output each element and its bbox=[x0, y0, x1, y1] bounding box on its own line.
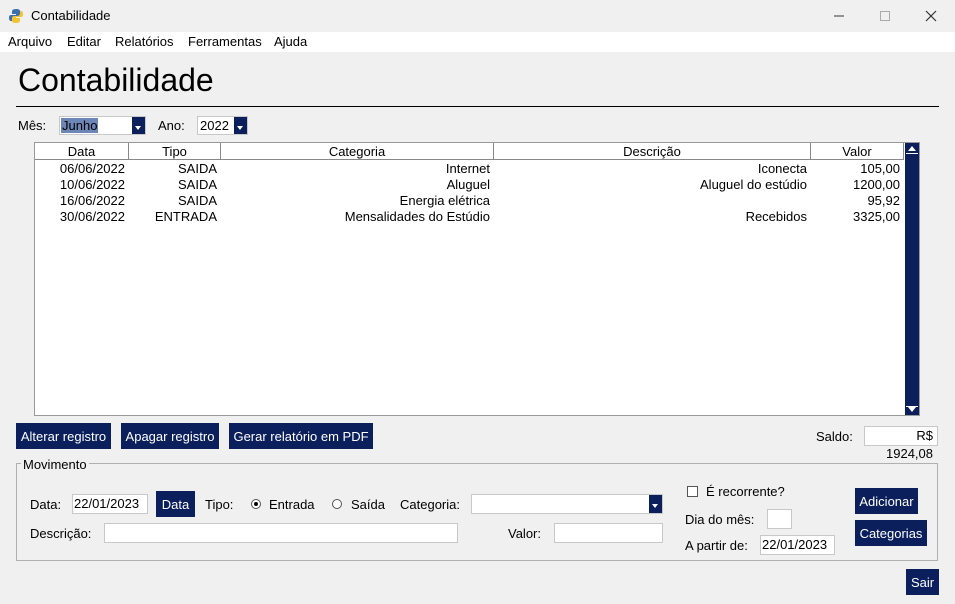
value-field[interactable] bbox=[554, 523, 663, 543]
cell-descricao bbox=[494, 193, 807, 209]
menu-editar[interactable]: Editar bbox=[67, 34, 101, 49]
python-app-icon bbox=[9, 9, 23, 23]
edit-record-button[interactable]: Alterar registro bbox=[16, 423, 111, 449]
description-label: Descrição: bbox=[30, 526, 92, 541]
cell-descricao: Aluguel do estúdio bbox=[700, 177, 807, 192]
title-bar bbox=[0, 0, 955, 32]
type-entrada-label[interactable]: Entrada bbox=[269, 497, 315, 512]
close-icon bbox=[925, 10, 937, 22]
vertical-scrollbar[interactable] bbox=[905, 143, 919, 415]
cell-data: 30/06/2022 bbox=[59, 209, 125, 224]
cell-descricao: Recebidos bbox=[745, 209, 807, 224]
table-row[interactable]: 10/06/2022 SAIDA Aluguel Aluguel do estú… bbox=[35, 177, 903, 193]
category-select[interactable] bbox=[471, 494, 663, 514]
header-divider bbox=[16, 106, 939, 107]
cell-categoria: Aluguel bbox=[446, 177, 490, 192]
cell-data: 06/06/2022 bbox=[59, 161, 125, 176]
maximize-icon bbox=[880, 11, 890, 21]
date-field[interactable]: 22/01/2023 bbox=[72, 494, 148, 514]
page-title: Contabilidade bbox=[18, 62, 214, 98]
cell-tipo: ENTRADA bbox=[154, 209, 217, 224]
menu-relatorios[interactable]: Relatórios bbox=[115, 34, 174, 49]
records-table[interactable]: Data Tipo Categoria Descrição Valor 06/0… bbox=[34, 142, 920, 416]
cell-valor: 3325,00 bbox=[853, 209, 900, 224]
menu-ajuda[interactable]: Ajuda bbox=[274, 34, 307, 49]
recurring-label[interactable]: É recorrente? bbox=[706, 484, 785, 499]
type-saida-label[interactable]: Saída bbox=[351, 497, 385, 512]
category-value bbox=[473, 496, 475, 511]
scroll-down-icon[interactable] bbox=[908, 407, 916, 412]
generate-pdf-button[interactable]: Gerar relatório em PDF bbox=[229, 423, 373, 449]
exit-button[interactable]: Sair bbox=[906, 569, 939, 595]
scroll-up-icon[interactable] bbox=[908, 146, 916, 151]
date-label: Data: bbox=[30, 497, 62, 512]
categories-button[interactable]: Categorias bbox=[855, 520, 927, 546]
year-label: Ano: bbox=[158, 118, 185, 133]
year-select[interactable]: 2022 bbox=[197, 116, 248, 135]
month-value: Junho bbox=[61, 118, 99, 133]
column-header-descricao[interactable]: Descrição bbox=[494, 143, 811, 160]
date-picker-button[interactable]: Data bbox=[156, 491, 195, 517]
type-entrada-radio[interactable] bbox=[251, 499, 261, 509]
balance-field: R$ 1924,08 bbox=[864, 426, 938, 461]
from-date-field[interactable]: 22/01/2023 bbox=[760, 535, 835, 555]
cell-categoria: Internet bbox=[445, 161, 490, 176]
movement-group-title: Movimento bbox=[21, 457, 89, 472]
cell-categoria: Mensalidades do Estúdio bbox=[344, 209, 490, 224]
month-label: Mês: bbox=[18, 118, 47, 133]
chevron-down-icon[interactable] bbox=[649, 495, 662, 513]
cell-tipo: SAIDA bbox=[177, 177, 217, 192]
cell-descricao: Iconecta bbox=[757, 161, 807, 176]
delete-record-button[interactable]: Apagar registro bbox=[121, 423, 219, 449]
cell-valor: 95,92 bbox=[867, 193, 900, 208]
table-row[interactable]: 16/06/2022 SAIDA Energia elétrica 95,92 bbox=[35, 193, 903, 209]
from-date-label: A partir de: bbox=[685, 538, 748, 553]
add-button[interactable]: Adicionar bbox=[855, 488, 918, 514]
cell-categoria: Energia elétrica bbox=[399, 193, 490, 208]
value-label: Valor: bbox=[508, 526, 541, 541]
recurring-checkbox[interactable] bbox=[687, 486, 698, 497]
minimize-icon bbox=[834, 15, 844, 17]
type-label: Tipo: bbox=[205, 497, 234, 512]
balance-label: Saldo: bbox=[816, 429, 853, 444]
category-label: Categoria: bbox=[400, 497, 460, 512]
minimize-button[interactable] bbox=[816, 0, 862, 32]
cell-valor: 105,00 bbox=[860, 161, 900, 176]
cell-tipo: SAIDA bbox=[177, 161, 217, 176]
cell-tipo: SAIDA bbox=[177, 193, 217, 208]
column-header-data[interactable]: Data bbox=[35, 143, 129, 160]
day-of-month-label: Dia do mês: bbox=[685, 512, 755, 527]
column-header-tipo[interactable]: Tipo bbox=[129, 143, 221, 160]
chevron-down-icon[interactable] bbox=[132, 117, 145, 134]
description-field[interactable] bbox=[104, 523, 458, 543]
menu-arquivo[interactable]: Arquivo bbox=[8, 34, 52, 49]
column-header-valor[interactable]: Valor bbox=[811, 143, 904, 160]
column-header-categoria[interactable]: Categoria bbox=[221, 143, 494, 160]
menu-ferramentas[interactable]: Ferramentas bbox=[188, 34, 262, 49]
window-title: Contabilidade bbox=[31, 8, 111, 23]
cell-data: 10/06/2022 bbox=[59, 177, 125, 192]
year-value: 2022 bbox=[200, 118, 229, 133]
cell-valor: 1200,00 bbox=[853, 177, 900, 192]
table-row[interactable]: 06/06/2022 SAIDA Internet Iconecta 105,0… bbox=[35, 161, 903, 177]
table-row[interactable]: 30/06/2022 ENTRADA Mensalidades do Estúd… bbox=[35, 209, 903, 225]
maximize-button[interactable] bbox=[862, 0, 908, 32]
cell-data: 16/06/2022 bbox=[59, 193, 125, 208]
day-of-month-field[interactable] bbox=[767, 509, 792, 529]
month-select[interactable]: Junho bbox=[59, 116, 146, 135]
scrollbar-thumb[interactable] bbox=[906, 153, 918, 407]
type-saida-radio[interactable] bbox=[332, 499, 342, 509]
chevron-down-icon[interactable] bbox=[234, 117, 247, 134]
close-button[interactable] bbox=[908, 0, 954, 32]
